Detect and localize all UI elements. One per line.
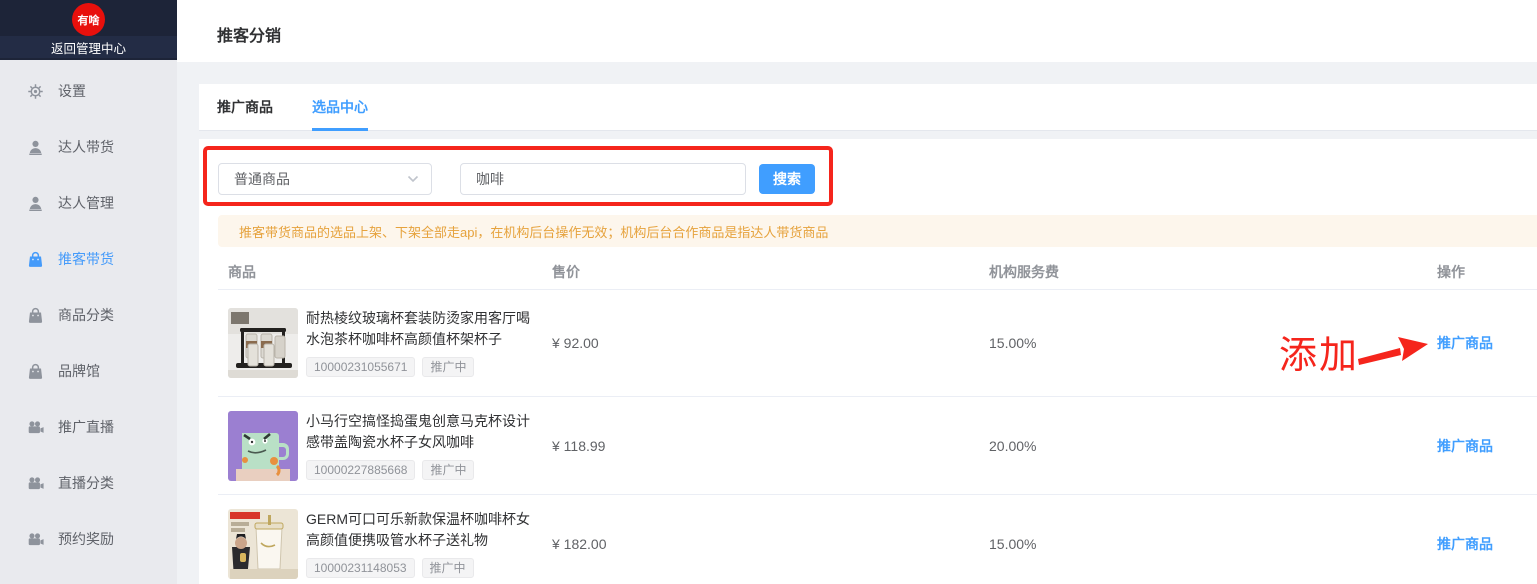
chevron-down-icon	[407, 175, 419, 183]
status-badge: 推广中	[421, 557, 474, 578]
gear-icon	[27, 83, 44, 100]
category-select-value: 普通商品	[234, 171, 290, 187]
agency-fee-value: 20.00%	[989, 437, 1037, 454]
sidebar-item-brand-hall[interactable]: 品牌馆	[0, 343, 177, 399]
table-row: GERM可口可乐新款保温杯咖啡杯女高颜值便携吸管水杯子送礼物 100002311…	[218, 495, 1537, 584]
product-image	[228, 508, 298, 579]
bag-icon	[27, 251, 44, 268]
back-to-admin-link[interactable]: 返回管理中心	[0, 36, 177, 58]
product-id-badge: 10000227885668	[306, 459, 416, 480]
category-select[interactable]: 普通商品	[218, 163, 432, 195]
sidebar-item-label: 达人带货	[58, 139, 114, 155]
product-title: 小马行空搞怪捣蛋鬼创意马克杯设计感带盖陶瓷水杯子女风咖啡	[306, 412, 530, 450]
tab-selection-center[interactable]: 选品中心	[312, 84, 368, 131]
camera-icon	[27, 475, 44, 492]
sidebar-item-settings[interactable]: 设置	[0, 63, 177, 119]
product-info: GERM可口可乐新款保温杯咖啡杯女高颜值便携吸管水杯子送礼物 100002311…	[306, 509, 543, 578]
sidebar-item-product-categories[interactable]: 商品分类	[0, 287, 177, 343]
sidebar-item-label: 达人管理	[58, 195, 114, 211]
sidebar-header: 有啥 返回管理中心	[0, 0, 177, 60]
sidebar-item-label: 商品分类	[58, 307, 114, 323]
sidebar-item-livestream-categories[interactable]: 直播分类	[0, 455, 177, 511]
camera-icon	[27, 419, 44, 436]
product-image	[228, 308, 298, 378]
content-panel: 普通商品 搜索 推客带货商品的选品上架、下架全部走api，在机构后台操作无效；机…	[199, 139, 1537, 584]
person-icon	[27, 139, 44, 156]
sidebar-item-creator-management[interactable]: 达人管理	[0, 175, 177, 231]
search-button[interactable]: 搜索	[759, 164, 815, 194]
promote-product-link[interactable]: 推广商品	[1437, 534, 1493, 554]
product-info: 小马行空搞怪捣蛋鬼创意马克杯设计感带盖陶瓷水杯子女风咖啡 10000227885…	[306, 411, 543, 480]
keyword-search-input[interactable]	[460, 163, 746, 195]
tab-promoted-products[interactable]: 推广商品	[217, 84, 273, 130]
column-header-product: 商品	[228, 264, 256, 280]
page-title: 推客分销	[217, 28, 282, 45]
product-image	[228, 410, 298, 481]
status-badge: 推广中	[422, 459, 475, 480]
product-info: 耐热棱纹玻璃杯套装防烫家用客厅喝水泡茶杯咖啡杯高颜值杯架杯子 100002310…	[306, 308, 543, 377]
sidebar-item-label: 预约奖励	[58, 531, 114, 547]
table-row: 耐热棱纹玻璃杯套装防烫家用客厅喝水泡茶杯咖啡杯高颜值杯架杯子 100002310…	[218, 290, 1537, 397]
bag-icon	[27, 363, 44, 380]
status-badge: 推广中	[422, 357, 475, 377]
page-header: 推客分销	[177, 0, 1537, 62]
sidebar-item-label: 直播分类	[58, 475, 114, 491]
api-notice-banner: 推客带货商品的选品上架、下架全部走api，在机构后台操作无效；机构后台合作商品是…	[218, 215, 1537, 247]
bag-icon	[27, 307, 44, 324]
sidebar-item-label: 品牌馆	[58, 363, 100, 379]
column-header-action: 操作	[1437, 264, 1465, 280]
table-row: 小马行空搞怪捣蛋鬼创意马克杯设计感带盖陶瓷水杯子女风咖啡 10000227885…	[218, 397, 1537, 495]
price-value: ¥ 118.99	[552, 437, 606, 454]
products-table: 商品 售价 机构服务费 操作 耐热棱纹玻璃杯套装防烫家用客厅喝水泡茶杯咖啡杯高颜…	[218, 258, 1537, 584]
sidebar: 有啥 返回管理中心 设置 达人带货 达人管理 推客带货 商品分类 品牌馆 推广直…	[0, 0, 177, 584]
api-notice-text: 推客带货商品的选品上架、下架全部走api，在机构后台操作无效；机构后台合作商品是…	[239, 224, 829, 240]
sidebar-menu: 设置 达人带货 达人管理 推客带货 商品分类 品牌馆 推广直播 直播分类 预约奖…	[0, 60, 177, 567]
brand-logo: 有啥	[72, 3, 105, 36]
person-icon	[27, 195, 44, 212]
product-title: 耐热棱纹玻璃杯套装防烫家用客厅喝水泡茶杯咖啡杯高颜值杯架杯子	[306, 310, 530, 347]
tabs-bar: 推广商品 选品中心	[199, 84, 1537, 131]
promote-product-link[interactable]: 推广商品	[1437, 436, 1493, 456]
app-screen: 有啥 返回管理中心 设置 达人带货 达人管理 推客带货 商品分类 品牌馆 推广直…	[0, 0, 1537, 584]
column-header-agency-fee: 机构服务费	[989, 264, 1059, 280]
promote-product-link[interactable]: 推广商品	[1437, 333, 1493, 353]
agency-fee-value: 15.00%	[989, 335, 1037, 351]
sidebar-item-tuike-sales[interactable]: 推客带货	[0, 231, 177, 287]
price-value: ¥ 182.00	[552, 535, 607, 552]
agency-fee-value: 15.00%	[989, 535, 1037, 552]
table-header: 商品 售价 机构服务费 操作	[218, 258, 1537, 290]
price-value: ¥ 92.00	[552, 335, 599, 351]
product-id-badge: 10000231055671	[306, 357, 416, 377]
sidebar-item-creator-sales[interactable]: 达人带货	[0, 119, 177, 175]
product-cell: GERM可口可乐新款保温杯咖啡杯女高颜值便携吸管水杯子送礼物 100002311…	[228, 508, 543, 579]
product-id-badge: 10000231148053	[306, 557, 415, 578]
sidebar-item-label: 推广直播	[58, 419, 114, 435]
sidebar-item-promo-livestream[interactable]: 推广直播	[0, 399, 177, 455]
product-cell: 小马行空搞怪捣蛋鬼创意马克杯设计感带盖陶瓷水杯子女风咖啡 10000227885…	[228, 410, 543, 481]
product-title: GERM可口可乐新款保温杯咖啡杯女高颜值便携吸管水杯子送礼物	[306, 510, 530, 548]
sidebar-item-label: 设置	[58, 83, 86, 99]
sidebar-item-booking-rewards[interactable]: 预约奖励	[0, 511, 177, 567]
product-cell: 耐热棱纹玻璃杯套装防烫家用客厅喝水泡茶杯咖啡杯高颜值杯架杯子 100002310…	[228, 308, 543, 378]
sidebar-item-label: 推客带货	[58, 251, 114, 267]
camera-icon	[27, 531, 44, 548]
column-header-price: 售价	[552, 264, 580, 280]
